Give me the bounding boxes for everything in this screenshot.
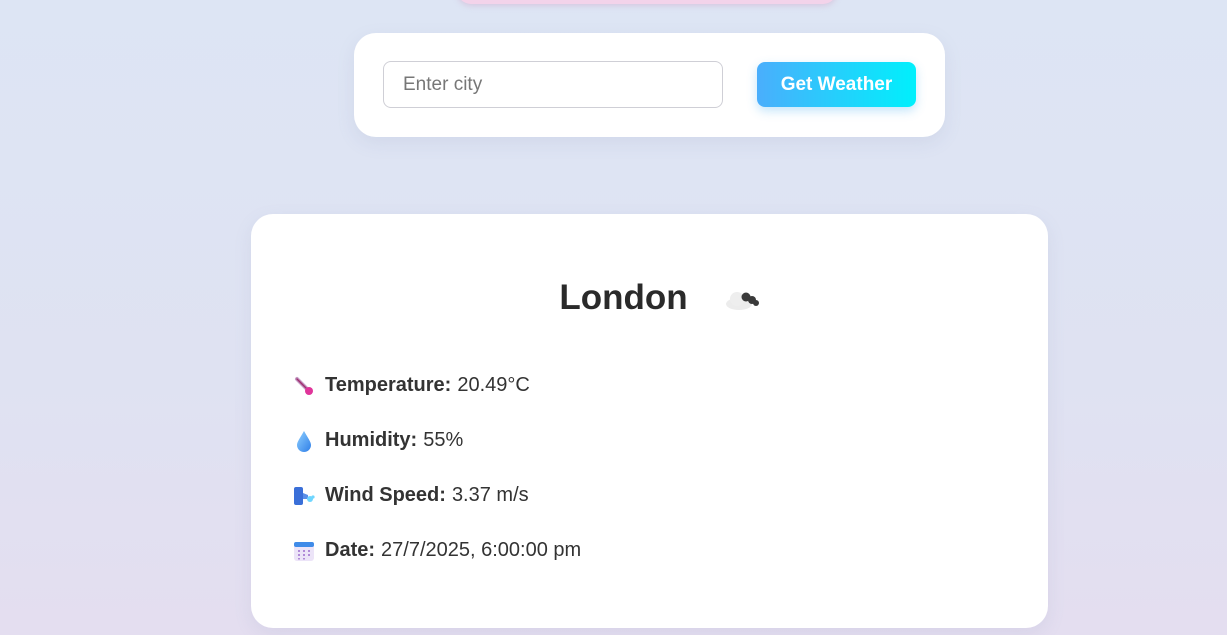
droplet-icon: [293, 430, 315, 452]
calendar-icon: [293, 540, 315, 562]
city-header: London: [251, 278, 1048, 318]
search-card: Get Weather: [354, 33, 945, 137]
cloud-icon: [725, 292, 759, 310]
wind-value: 3.37 m/s: [451, 484, 529, 506]
city-input[interactable]: [383, 61, 723, 108]
humidity-label: Humidity:: [325, 429, 418, 451]
date-row: Date: 27/7/2025, 6:00:00 pm: [293, 539, 581, 562]
humidity-value: 55%: [423, 429, 464, 451]
get-weather-button[interactable]: Get Weather: [757, 62, 916, 107]
temperature-value: 20.49°C: [457, 374, 530, 396]
date-value: 27/7/2025, 6:00:00 pm: [381, 539, 582, 561]
top-banner: [457, 0, 837, 4]
wind-icon: [293, 485, 315, 507]
city-name: London: [559, 278, 688, 317]
wind-label: Wind Speed:: [325, 484, 446, 506]
wind-row: Wind Speed: 3.37 m/s: [293, 484, 529, 507]
date-label: Date:: [325, 539, 376, 561]
temperature-label: Temperature:: [325, 374, 452, 396]
weather-card: London Temperature: 20.49°C Humidity: 55…: [251, 214, 1048, 628]
thermometer-icon: [293, 375, 315, 397]
humidity-row: Humidity: 55%: [293, 429, 463, 452]
temperature-row: Temperature: 20.49°C: [293, 374, 530, 397]
